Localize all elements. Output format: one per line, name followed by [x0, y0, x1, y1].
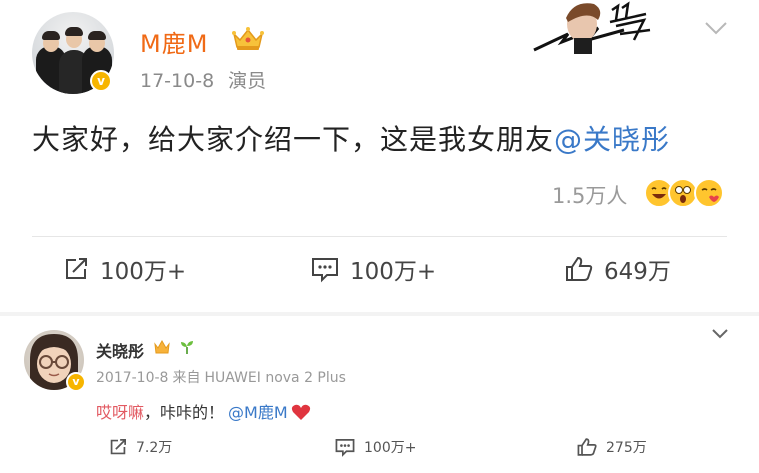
chevron-down-icon[interactable] [711, 328, 729, 340]
comment-reply-button[interactable]: 100万+ [334, 435, 416, 459]
repost-icon [110, 439, 126, 455]
comment-source-prefix: 来自 [172, 370, 201, 386]
mention-link[interactable]: @关晓彤 [554, 123, 670, 156]
sprout-icon[interactable] [179, 339, 195, 355]
post-text: 大家好，给大家介绍一下，这是我女朋友@关晓彤 [32, 118, 670, 158]
avatar-hair [42, 31, 60, 40]
comment-text: 哎呀嘛，咔咔的！ @M鹿M [96, 399, 311, 423]
like-icon [566, 256, 593, 281]
comment-meta: 2017-10-8 来自 HUAWEI nova 2 Plus [96, 367, 350, 387]
avatar-hair [65, 27, 83, 36]
verified-badge-icon: v [90, 70, 112, 92]
author-name[interactable]: M鹿M [140, 24, 208, 59]
comment-reply-count: 100万+ [364, 440, 417, 456]
card-decoration-image[interactable] [528, 0, 654, 56]
comment-highlight: 哎呀嘛 [96, 403, 145, 422]
comment-like-count: 275万 [606, 440, 647, 456]
commenter-name[interactable]: 关晓彤 [96, 338, 144, 362]
section-separator [0, 312, 759, 316]
post-body: 大家好，给大家介绍一下，这是我女朋友 [32, 123, 555, 156]
post-source: 演员 [228, 70, 267, 92]
comment-like-button[interactable]: 275万 [576, 435, 647, 459]
comment-count: 100万+ [350, 259, 437, 285]
heart-icon [291, 404, 310, 420]
avatar-hair [88, 31, 106, 40]
comment-icon [335, 439, 355, 457]
comment-icon [312, 258, 338, 283]
divider [32, 236, 727, 237]
crown-badge-icon[interactable] [153, 339, 171, 355]
reaction-emojis[interactable] [644, 176, 728, 210]
like-icon [577, 438, 597, 456]
post-meta: 17-10-8 演员 [140, 66, 266, 93]
like-button[interactable]: 649万 [564, 252, 671, 286]
crown-icon[interactable] [231, 26, 265, 52]
comment-date[interactable]: 2017-10-8 [96, 370, 168, 386]
verified-badge-icon: v [66, 372, 86, 392]
comment-repost-count: 7.2万 [136, 440, 173, 456]
mention-link[interactable]: @M鹿M [228, 403, 288, 422]
like-count: 649万 [604, 259, 671, 285]
chevron-down-icon[interactable] [704, 20, 728, 36]
like-count-summary: 1.5万人 [552, 184, 628, 208]
repost-count: 100万+ [100, 259, 187, 285]
post-date[interactable]: 17-10-8 [140, 70, 214, 92]
weibo-post: v M鹿M 17-10-8 演员 大家好，给大家介绍一下，这是我女朋友@关晓彤 1… [0, 0, 759, 312]
comment-button[interactable]: 100万+ [310, 252, 436, 286]
kiss-emoji-icon [694, 178, 724, 208]
comment-body: ，咔咔的！ [144, 403, 225, 422]
repost-icon [66, 258, 87, 279]
comment-repost-button[interactable]: 7.2万 [108, 435, 172, 459]
comment-device: HUAWEI nova 2 Plus [204, 370, 346, 386]
repost-button[interactable]: 100万+ [62, 252, 186, 286]
